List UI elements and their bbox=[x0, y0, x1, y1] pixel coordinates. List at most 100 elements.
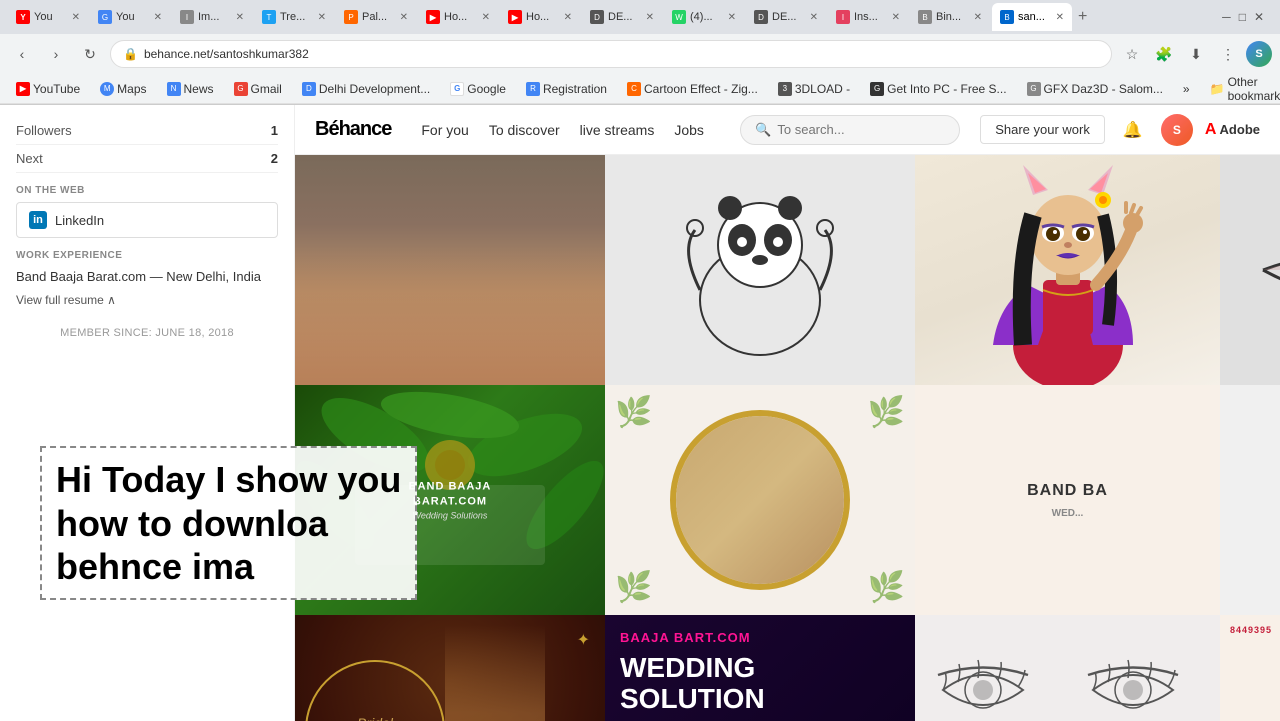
tab-8[interactable]: D DE... ✕ bbox=[582, 3, 662, 31]
portfolio-item-panda[interactable] bbox=[605, 155, 915, 385]
tab-7-close[interactable]: ✕ bbox=[564, 12, 572, 23]
tab-12-close[interactable]: ✕ bbox=[974, 12, 982, 23]
bookmark-cartoon[interactable]: C Cartoon Effect - Zig... bbox=[619, 79, 766, 99]
portfolio-item-bridal[interactable]: Bridal Lehengas ✦ BOOK NOW! www.bandbaaj… bbox=[295, 615, 605, 721]
search-input[interactable] bbox=[777, 122, 937, 137]
notifications-button[interactable]: 🔔 bbox=[1117, 114, 1149, 146]
portfolio-row-2: BAND BAAJA BARAT.COM Wedding Solutions 🌿 bbox=[295, 385, 1280, 615]
bookmark-registration[interactable]: R Registration bbox=[518, 79, 615, 99]
portfolio-item-face[interactable] bbox=[295, 155, 605, 385]
new-tab-button[interactable]: + bbox=[1074, 8, 1091, 26]
tab-9[interactable]: W (4)... ✕ bbox=[664, 3, 744, 31]
bookmark-youtube[interactable]: ▶ YouTube bbox=[8, 79, 88, 99]
portfolio-row-1 bbox=[295, 155, 1280, 385]
bookmark-google-label: Google bbox=[467, 82, 506, 96]
tab-8-close[interactable]: ✕ bbox=[646, 12, 654, 23]
portfolio-item-couple-circle[interactable]: 🌿 🌿 🌿 🌿 bbox=[605, 385, 915, 615]
bookmark-more[interactable]: » bbox=[1175, 79, 1198, 99]
bookmarks-bar: ▶ YouTube M Maps N News G Gmail D Delhi … bbox=[0, 74, 1280, 104]
linkedin-button[interactable]: in LinkedIn bbox=[16, 202, 278, 238]
window-controls: ─ □ ✕ bbox=[1222, 10, 1272, 24]
portfolio-item-row3-4[interactable]: 8449395 bbox=[1220, 615, 1280, 721]
tab-2[interactable]: G You ✕ bbox=[90, 3, 170, 31]
bookmark-3dload-label: 3DLOAD - bbox=[795, 82, 850, 96]
tab-11[interactable]: I Ins... ✕ bbox=[828, 3, 908, 31]
tab-12[interactable]: B Bin... ✕ bbox=[910, 3, 990, 31]
chrome-profile-avatar[interactable]: S bbox=[1246, 41, 1272, 67]
on-web-title: ON THE WEB bbox=[16, 173, 278, 202]
user-avatar[interactable]: S bbox=[1161, 114, 1193, 146]
bookmark-news[interactable]: N News bbox=[159, 79, 222, 99]
nav-live-streams[interactable]: live streams bbox=[580, 118, 655, 142]
other-bookmarks-label: Other bookmarks bbox=[1228, 75, 1280, 103]
tab-1[interactable]: Y You ✕ bbox=[8, 3, 88, 31]
nav-for-you[interactable]: For you bbox=[421, 118, 468, 142]
bookmark-star-icon[interactable]: ☆ bbox=[1118, 40, 1146, 68]
tab-10-close[interactable]: ✕ bbox=[810, 12, 818, 23]
tab-1-close[interactable]: ✕ bbox=[72, 12, 80, 23]
menu-icon[interactable]: ⋮ bbox=[1214, 40, 1242, 68]
tab-4[interactable]: T Tre... ✕ bbox=[254, 3, 334, 31]
downloads-icon[interactable]: ⬇ bbox=[1182, 40, 1210, 68]
tab-10[interactable]: D DE... ✕ bbox=[746, 3, 826, 31]
share-work-button[interactable]: Share your work bbox=[980, 115, 1105, 144]
view-resume[interactable]: View full resume ∧ bbox=[16, 287, 278, 313]
bookmark-gmail[interactable]: G Gmail bbox=[226, 79, 290, 99]
adobe-icon: A bbox=[1205, 121, 1217, 138]
portfolio-item-bandba-partial[interactable]: BAND BA WED... bbox=[915, 385, 1220, 615]
catgirl-svg bbox=[948, 155, 1188, 385]
linkedin-logo: in bbox=[29, 211, 47, 229]
bookmark-google[interactable]: G Google bbox=[442, 79, 514, 99]
bookmark-3dload[interactable]: 3 3DLOAD - bbox=[770, 79, 858, 99]
tab-5-close[interactable]: ✕ bbox=[400, 12, 408, 23]
tab-13-active[interactable]: B san... ✕ bbox=[992, 3, 1072, 31]
bookmark-gfx-label: GFX Daz3D - Salom... bbox=[1044, 82, 1163, 96]
nav-jobs[interactable]: Jobs bbox=[674, 118, 704, 142]
portfolio-item-row2-4[interactable] bbox=[1220, 385, 1280, 615]
sidebar-stat-followers: Followers 1 bbox=[16, 117, 278, 145]
bookmark-getintopc[interactable]: G Get Into PC - Free S... bbox=[862, 79, 1014, 99]
portfolio-item-sketch-eyes[interactable] bbox=[915, 615, 1220, 721]
tab-2-close[interactable]: ✕ bbox=[154, 12, 162, 23]
address-bar: ‹ › ↻ 🔒 behance.net/santoshkumar382 ☆ 🧩 … bbox=[0, 34, 1280, 74]
tab-9-close[interactable]: ✕ bbox=[728, 12, 736, 23]
forward-button[interactable]: › bbox=[42, 40, 70, 68]
tab-7-label: Ho... bbox=[526, 11, 549, 23]
tab-6-label: Ho... bbox=[444, 11, 467, 23]
bookmark-maps-label: Maps bbox=[117, 82, 146, 96]
tab-3[interactable]: I Im... ✕ bbox=[172, 3, 252, 31]
other-bookmarks[interactable]: 📁 Other bookmarks bbox=[1202, 74, 1280, 104]
bookmark-gmail-label: Gmail bbox=[251, 82, 282, 96]
tab-5-label: Pal... bbox=[362, 11, 387, 23]
tab-3-close[interactable]: ✕ bbox=[236, 12, 244, 23]
lips-svg bbox=[1233, 170, 1280, 370]
overlay-text-box: Hi Today I show youhow to downloabehnce … bbox=[40, 446, 417, 600]
close-button[interactable]: ✕ bbox=[1254, 10, 1264, 24]
restore-button[interactable]: □ bbox=[1239, 10, 1246, 24]
bookmark-maps[interactable]: M Maps bbox=[92, 79, 154, 99]
tab-5[interactable]: P Pal... ✕ bbox=[336, 3, 416, 31]
tab-12-label: Bin... bbox=[936, 11, 961, 23]
url-bar[interactable]: 🔒 behance.net/santoshkumar382 bbox=[110, 40, 1112, 68]
bookmark-gfx[interactable]: G GFX Daz3D - Salom... bbox=[1019, 79, 1171, 99]
next-label: Next bbox=[16, 151, 43, 166]
tab-11-close[interactable]: ✕ bbox=[892, 12, 900, 23]
portfolio-item-catgirl[interactable] bbox=[915, 155, 1220, 385]
back-button[interactable]: ‹ bbox=[8, 40, 36, 68]
followers-value: 1 bbox=[271, 123, 278, 138]
minimize-button[interactable]: ─ bbox=[1222, 10, 1231, 24]
bookmark-delhi[interactable]: D Delhi Development... bbox=[294, 79, 438, 99]
nav-to-discover[interactable]: To discover bbox=[489, 118, 560, 142]
tab-2-label: You bbox=[116, 11, 135, 23]
tab-11-label: Ins... bbox=[854, 11, 878, 23]
tab-13-close[interactable]: ✕ bbox=[1056, 12, 1064, 23]
reload-button[interactable]: ↻ bbox=[76, 40, 104, 68]
portfolio-item-bandbaja-dark[interactable]: BAAJA BART.COM WEDDING SOLUTION bbox=[605, 615, 915, 721]
search-bar[interactable]: 🔍 bbox=[740, 115, 960, 145]
tab-6[interactable]: ▶ Ho... ✕ bbox=[418, 3, 498, 31]
tab-4-close[interactable]: ✕ bbox=[318, 12, 326, 23]
portfolio-item-lips[interactable] bbox=[1220, 155, 1280, 385]
tab-7[interactable]: ▶ Ho... ✕ bbox=[500, 3, 580, 31]
extensions-puzzle-icon[interactable]: 🧩 bbox=[1150, 40, 1178, 68]
tab-6-close[interactable]: ✕ bbox=[482, 12, 490, 23]
